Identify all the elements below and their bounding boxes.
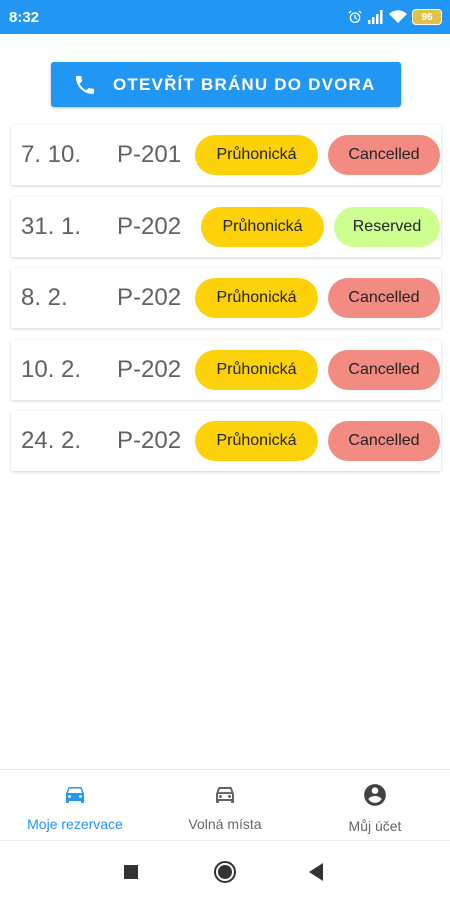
location-chip: Průhonická [195,421,318,461]
reservation-row[interactable]: 7. 10. P-201 Průhonická Cancelled [11,125,441,185]
status-chip: Cancelled [328,349,440,390]
status-time: 8:32 [9,8,40,26]
open-gate-button[interactable]: OTEVŘÍT BRÁNU DO DVORA [51,62,401,107]
nav-item-my-account[interactable]: Můj účet [300,770,450,840]
reservation-date: 10. 2. [21,355,82,383]
location-chip: Průhonická [195,135,318,175]
nav-label: Volná místa [188,816,262,832]
reservation-row[interactable]: 24. 2. P-202 Průhonická Cancelled [11,411,441,471]
nav-item-free-spots[interactable]: Volná místa [150,770,300,840]
wifi-icon [389,10,407,24]
car-outline-icon [212,782,238,811]
status-chip: Reserved [334,206,440,247]
open-gate-label: OTEVŘÍT BRÁNU DO DVORA [113,74,376,94]
battery-icon: 96 [412,9,442,25]
reservation-date: 31. 1. [21,212,82,240]
bottom-nav: Moje rezervace Volná místa Můj účet [0,769,450,840]
status-bar: 8:32 96 [0,0,450,34]
system-nav-bar [0,840,450,900]
phone-icon [73,73,97,97]
signal-icon [368,10,384,24]
account-circle-icon [362,782,388,813]
reservation-spot: P-202 [117,355,182,383]
status-icons: 96 [347,9,442,25]
back-icon[interactable] [309,863,323,881]
reservation-date: 7. 10. [21,141,82,168]
reservation-spot: P-201 [117,141,182,168]
nav-label: Můj účet [348,818,402,834]
location-chip: Průhonická [195,349,318,390]
status-chip: Cancelled [328,421,440,461]
reservation-spot: P-202 [117,212,182,240]
reservation-spot: P-202 [117,284,182,311]
status-chip: Cancelled [328,135,440,175]
location-chip: Průhonická [195,278,318,318]
recent-apps-icon[interactable] [124,865,138,879]
location-chip: Průhonická [201,206,324,247]
alarm-icon [347,9,363,25]
nav-item-my-reservations[interactable]: Moje rezervace [0,770,150,840]
reservation-row[interactable]: 10. 2. P-202 Průhonická Cancelled [11,339,441,400]
reservation-spot: P-202 [117,427,182,454]
home-icon-dot [218,865,232,879]
reservation-date: 8. 2. [21,284,68,311]
reservation-row[interactable]: 8. 2. P-202 Průhonická Cancelled [11,268,441,328]
reservation-row[interactable]: 31. 1. P-202 Průhonická Reserved [11,196,441,257]
home-icon[interactable] [214,861,236,883]
status-chip: Cancelled [328,278,440,318]
reservation-list: 7. 10. P-201 Průhonická Cancelled 31. 1.… [11,125,441,483]
nav-label: Moje rezervace [27,816,123,832]
reservation-date: 24. 2. [21,427,82,454]
car-icon [62,782,88,811]
